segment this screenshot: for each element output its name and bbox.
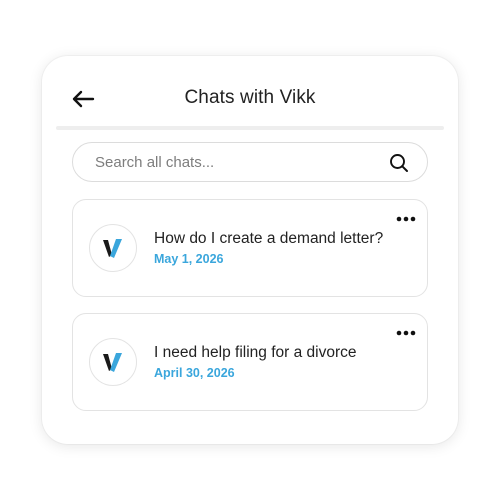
search-icon[interactable]	[389, 153, 409, 173]
more-horizontal-icon	[396, 330, 416, 336]
chat-title: How do I create a demand letter?	[154, 230, 384, 247]
search-bar	[72, 142, 428, 182]
more-horizontal-icon	[396, 216, 416, 222]
avatar	[89, 338, 137, 386]
chat-date: April 30, 2026	[154, 366, 235, 380]
vikk-logo-icon	[103, 239, 122, 258]
page-title: Chats with Vikk	[184, 87, 316, 108]
chat-item[interactable]: How do I create a demand letter? May 1, …	[72, 199, 428, 297]
chat-menu-button[interactable]	[395, 326, 417, 340]
chats-panel: Chats with Vikk How do I create a demand…	[42, 56, 458, 444]
avatar	[89, 224, 137, 272]
header: Chats with Vikk	[42, 56, 458, 128]
chat-title: I need help filing for a divorce	[154, 344, 357, 361]
search-input[interactable]	[93, 152, 377, 172]
chat-item[interactable]: I need help filing for a divorce April 3…	[72, 313, 428, 411]
vikk-logo-icon	[103, 353, 122, 372]
chat-date: May 1, 2026	[154, 252, 224, 266]
header-divider	[56, 126, 444, 130]
chat-menu-button[interactable]	[395, 212, 417, 226]
